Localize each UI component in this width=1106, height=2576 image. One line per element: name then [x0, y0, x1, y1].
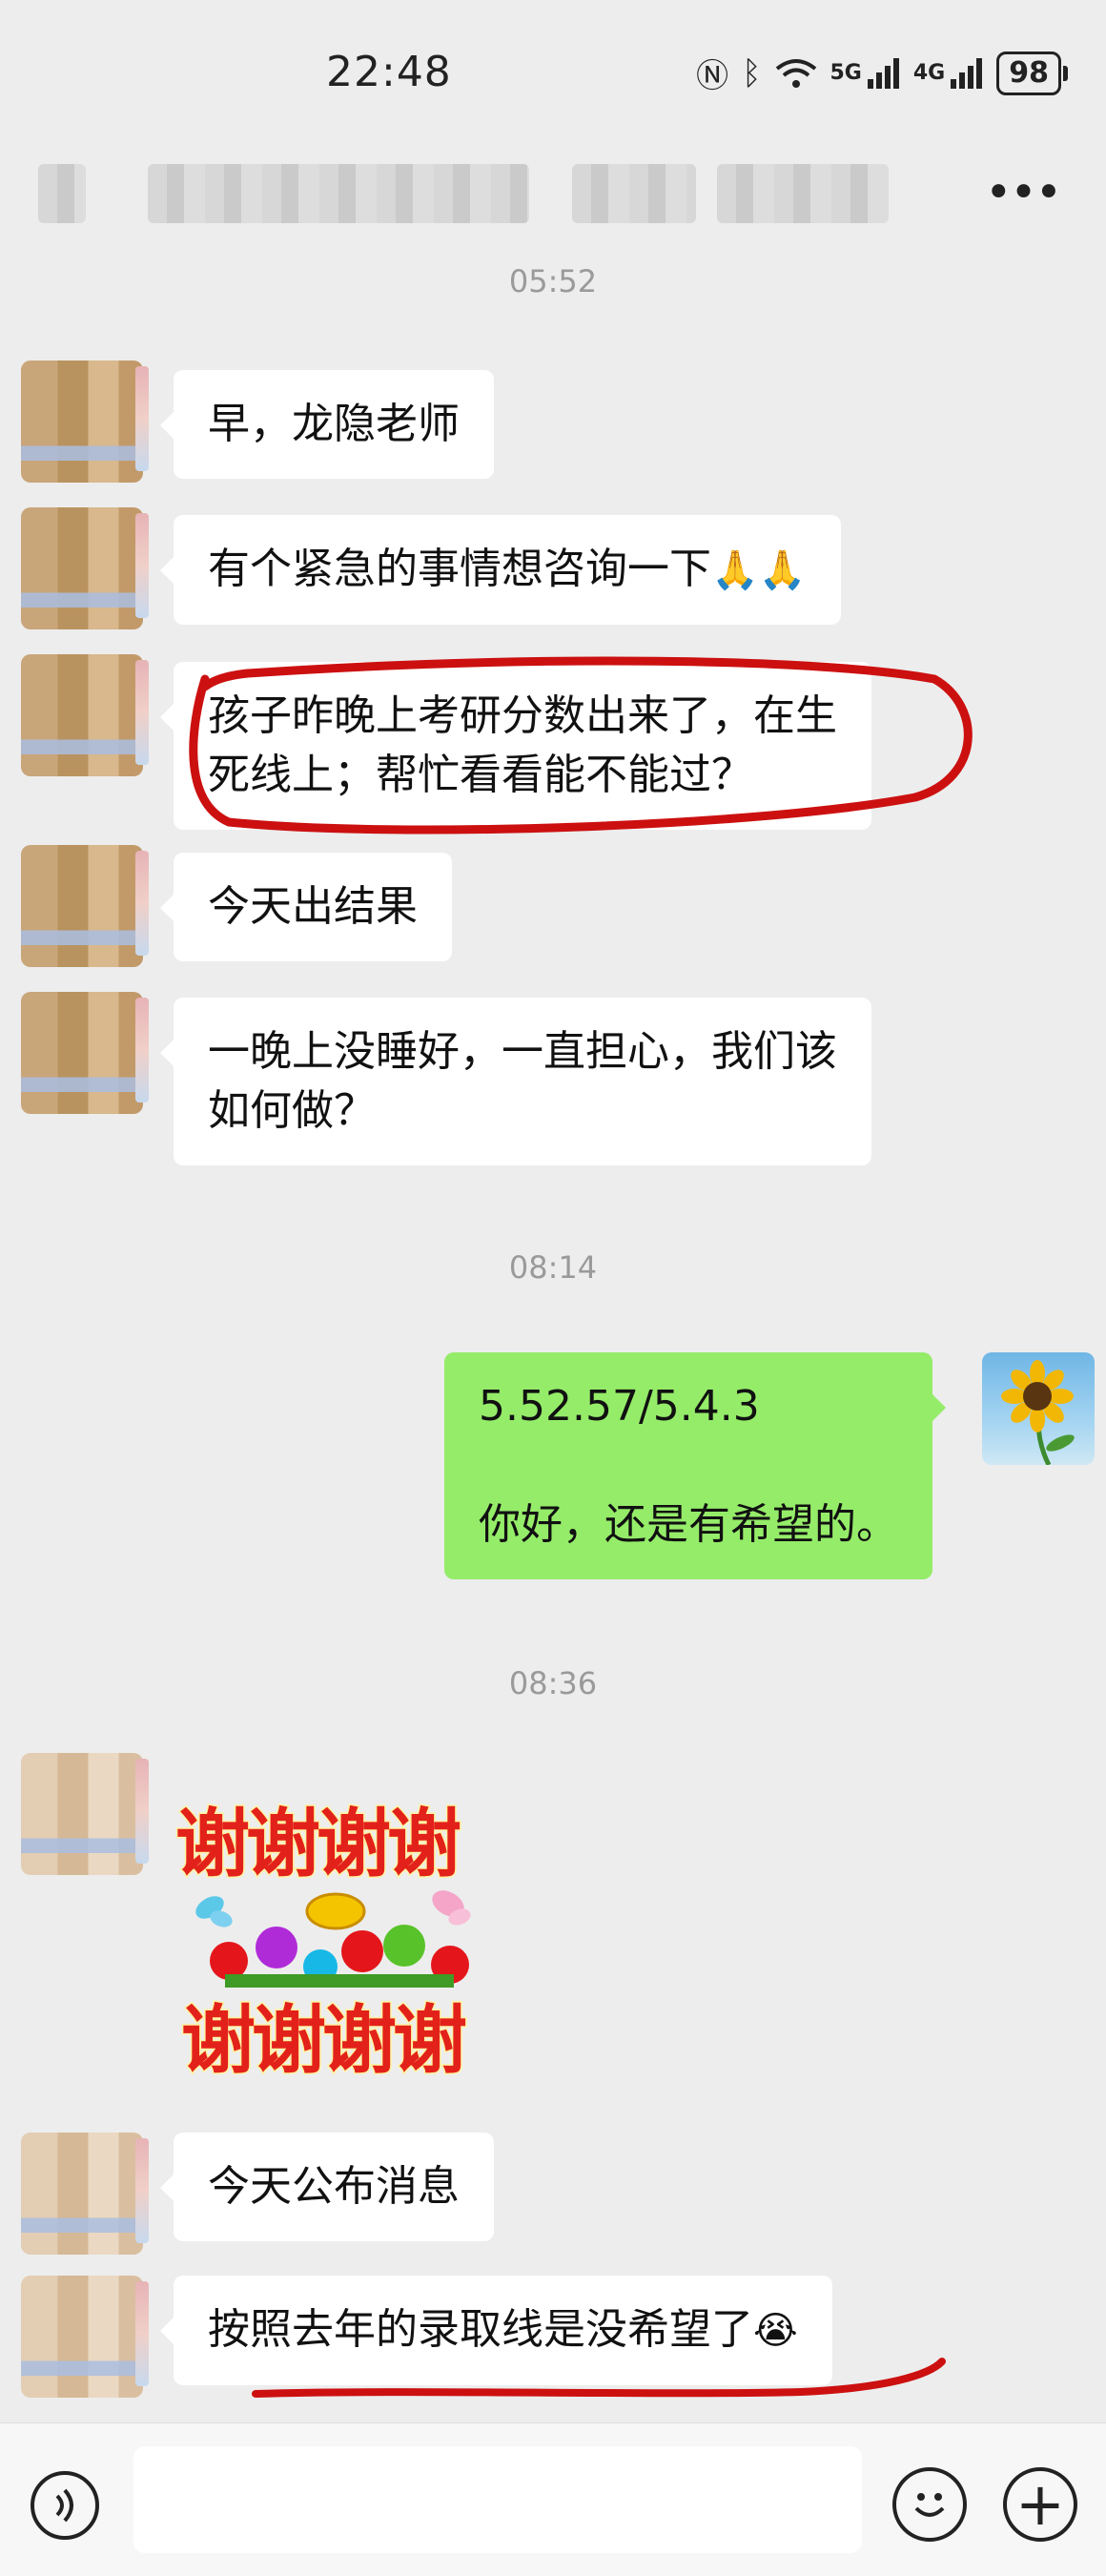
- contact-avatar[interactable]: [21, 2133, 149, 2255]
- message-text-line: [479, 1436, 898, 1495]
- my-message-bubble[interactable]: 5.52.57/5.4.3 你好，还是有希望的。: [444, 1352, 946, 1579]
- more-options-button[interactable]: •••: [985, 170, 1062, 216]
- sticker-text-bottom: 谢谢谢谢: [181, 1998, 466, 2084]
- status-icons: Ⓝ ᛒ 5G 4G 98: [696, 50, 1068, 96]
- flowers-graphic: [210, 1925, 469, 1988]
- message-text-line: 孩子昨晚上考研分数出来了，在生: [208, 691, 837, 740]
- thanks-sticker[interactable]: 谢谢谢谢 谢谢谢谢: [172, 1783, 515, 2098]
- message-text-line: 你好，还是有希望的。: [479, 1500, 898, 1549]
- message-bubble[interactable]: 早，龙隐老师: [160, 370, 494, 479]
- message-bubble[interactable]: 有个紧急的事情想咨询一下🙏🙏: [160, 515, 841, 625]
- emoji-button[interactable]: [892, 2467, 967, 2542]
- signal-4g-icon: [951, 57, 983, 89]
- message-text-line: 死线上；帮忙看看能不能过？: [208, 751, 753, 799]
- message-bubble[interactable]: 今天出结果: [160, 853, 452, 961]
- battery-indicator: 98: [996, 51, 1061, 95]
- message-text: 今天出结果: [208, 882, 418, 931]
- message-text-line: 一晚上没睡好，一直担心，我们该: [208, 1027, 837, 1076]
- contact-avatar[interactable]: [21, 361, 149, 483]
- message-text: 早，龙隐老师: [208, 400, 460, 448]
- status-time: 22:48: [326, 48, 452, 96]
- chat-input-bar: +: [0, 2422, 1106, 2576]
- chat-title-bar: •••: [0, 153, 1106, 258]
- blurred-chat-name-3: [717, 164, 889, 223]
- status-bar: 22:48 Ⓝ ᛒ 5G 4G 98: [0, 0, 1106, 143]
- smiley-icon: [914, 2493, 945, 2517]
- bluetooth-icon: ᛒ: [742, 53, 762, 93]
- blurred-back-area[interactable]: [38, 164, 86, 223]
- contact-avatar[interactable]: [21, 1753, 149, 1875]
- message-bubble[interactable]: 一晚上没睡好，一直担心，我们该 如何做？: [160, 998, 871, 1165]
- message-text: 有个紧急的事情想咨询一下🙏🙏: [208, 545, 807, 593]
- message-text-line: 如何做？: [208, 1086, 376, 1135]
- sticker-text-top: 谢谢谢谢: [175, 1802, 461, 1887]
- contact-avatar[interactable]: [21, 2276, 149, 2398]
- signal-5g-icon: [867, 57, 899, 89]
- butterfly-icon: [195, 1896, 233, 1927]
- nfc-icon: Ⓝ: [696, 57, 729, 95]
- contact-avatar[interactable]: [21, 992, 149, 1114]
- voice-icon: [55, 2488, 73, 2523]
- message-text-line: 5.52.57/5.4.3: [479, 1382, 760, 1431]
- message-bubble[interactable]: 今天公布消息: [160, 2133, 494, 2241]
- message-timestamp: 08:14: [508, 1249, 598, 1286]
- battery-tip: [1063, 65, 1068, 81]
- butterfly-icon: [432, 1890, 471, 1926]
- my-avatar[interactable]: [982, 1352, 1095, 1465]
- message-bubble[interactable]: 按照去年的录取线是没希望了😭: [160, 2276, 832, 2385]
- blurred-chat-name-2: [572, 164, 696, 223]
- message-timestamp: 08:36: [508, 1665, 598, 1701]
- voice-input-button[interactable]: [31, 2471, 99, 2540]
- network-4g-label: 4G: [912, 61, 946, 85]
- wifi-icon: [775, 58, 816, 88]
- sunflower-image: [1001, 1360, 1075, 1465]
- message-bubble[interactable]: 孩子昨晚上考研分数出来了，在生 死线上；帮忙看看能不能过？: [160, 662, 871, 830]
- contact-avatar[interactable]: [21, 845, 149, 967]
- add-attachment-button[interactable]: +: [1003, 2467, 1077, 2542]
- praying-hands-emoji: 🙏🙏: [711, 548, 807, 592]
- crying-face-emoji: 😭: [753, 2309, 798, 2353]
- message-text: 按照去年的录取线是没希望了😭: [208, 2305, 798, 2354]
- contact-avatar[interactable]: [21, 654, 149, 776]
- network-5g-label: 5G: [830, 61, 862, 85]
- message-timestamp: 05:52: [508, 263, 598, 299]
- message-text: 今天公布消息: [208, 2162, 460, 2211]
- contact-avatar[interactable]: [21, 507, 149, 629]
- message-input[interactable]: [133, 2446, 862, 2553]
- sticker-graphic: 谢谢谢谢 谢谢谢谢: [174, 1801, 472, 2086]
- blurred-chat-name: [148, 164, 529, 223]
